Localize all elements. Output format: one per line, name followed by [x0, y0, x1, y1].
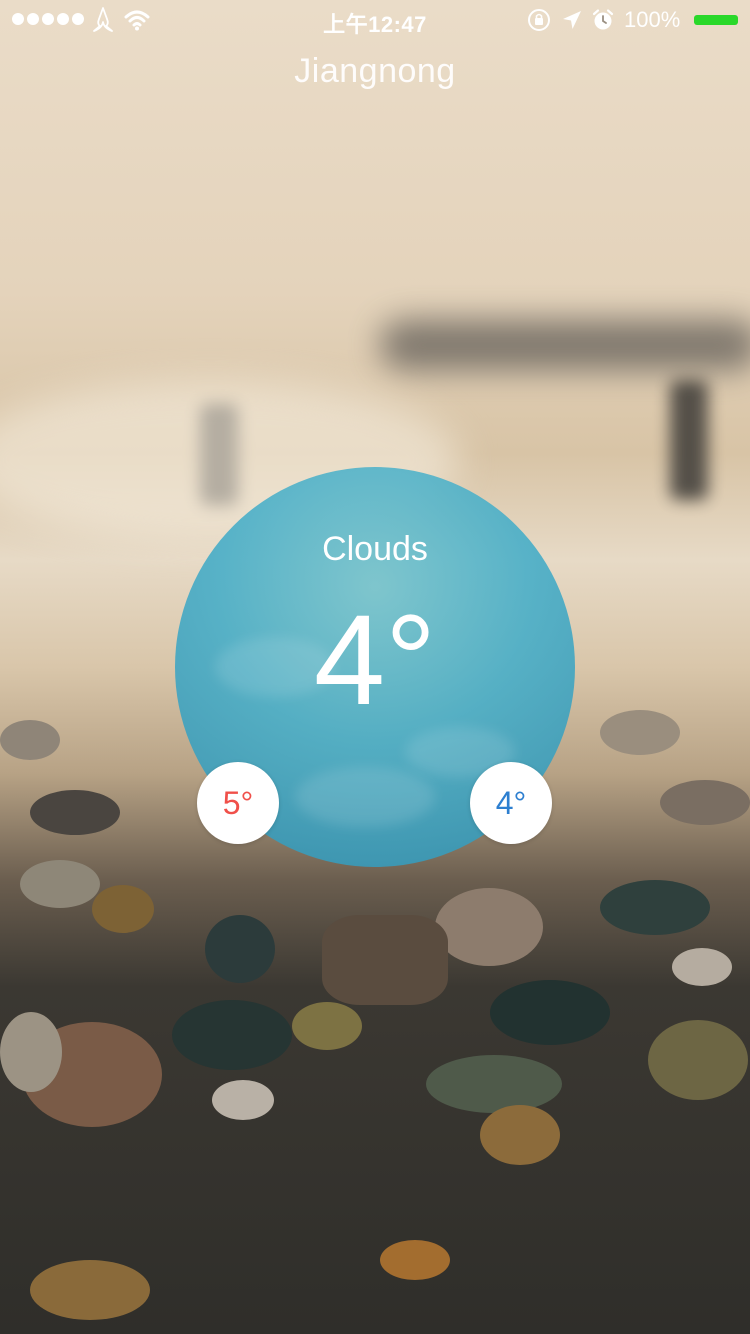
current-temperature: 4° — [313, 589, 437, 732]
weather-screen: 上午12:47 100% Jiangnong Clouds 4° 5° 4° — [0, 0, 750, 1334]
city-name: Jiangnong — [294, 52, 456, 90]
low-temperature-badge[interactable]: 4° — [470, 762, 552, 844]
alarm-icon — [592, 9, 614, 30]
status-bar: 上午12:47 100% — [0, 0, 750, 40]
rotation-lock-icon — [528, 9, 550, 31]
high-temperature-badge[interactable]: 5° — [197, 762, 279, 844]
location-arrow-icon — [563, 11, 581, 29]
background-horizon — [380, 320, 750, 370]
battery-icon — [694, 15, 738, 25]
battery-percent: 100% — [624, 7, 681, 32]
weather-condition: Clouds — [322, 530, 428, 568]
background-post-right — [670, 380, 708, 500]
